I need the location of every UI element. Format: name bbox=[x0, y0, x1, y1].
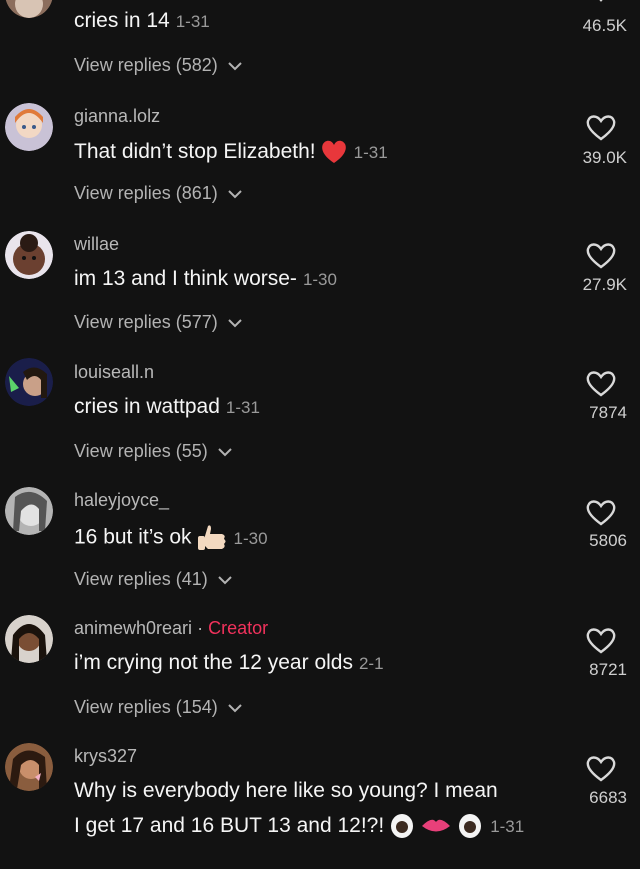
red-heart-emoji-icon bbox=[321, 141, 346, 164]
chevron-down-icon bbox=[228, 704, 242, 713]
view-replies-button[interactable]: View replies (861) bbox=[74, 183, 243, 204]
avatar[interactable] bbox=[5, 231, 53, 279]
like-count: 6683 bbox=[589, 788, 627, 807]
chevron-down-icon bbox=[228, 62, 242, 71]
like-count: 8721 bbox=[589, 660, 627, 679]
comment-text: That didn’t stop Elizabeth! 1-31 bbox=[74, 139, 388, 166]
like-count: 46.5K bbox=[582, 16, 627, 35]
view-replies-button[interactable]: View replies (577) bbox=[74, 312, 243, 333]
like-count: 27.9K bbox=[582, 275, 627, 294]
eyes-lips-emoji-icon bbox=[391, 814, 482, 839]
heart-icon[interactable] bbox=[585, 626, 617, 654]
comment-item: gianna.lolz That didn’t stop Elizabeth! 1… bbox=[0, 98, 640, 226]
view-replies-button[interactable]: View replies (55) bbox=[74, 441, 233, 462]
comment-date: 1-30 bbox=[302, 270, 337, 289]
avatar[interactable] bbox=[5, 743, 53, 791]
comment-item: animewh0reari · Creator i’m crying not t… bbox=[0, 613, 640, 741]
heart-icon[interactable] bbox=[585, 113, 617, 141]
chevron-down-icon bbox=[228, 319, 242, 328]
like-count: 5806 bbox=[589, 531, 627, 550]
comment-username[interactable]: gianna.lolz bbox=[74, 106, 160, 127]
avatar[interactable] bbox=[5, 487, 53, 535]
avatar[interactable] bbox=[5, 103, 53, 151]
comment-text: Why is everybody here like so young? I m… bbox=[74, 779, 498, 802]
comment-item: krys327 Why is everybody here like so yo… bbox=[0, 741, 640, 869]
comment-username[interactable]: animewh0reari · Creator bbox=[74, 618, 268, 639]
comment-username[interactable]: willae bbox=[74, 234, 119, 255]
like-count: 7874 bbox=[589, 403, 627, 422]
chevron-down-icon bbox=[218, 576, 232, 585]
comment-item: cries in 14 1-31 View replies (582) 46.5K bbox=[0, 0, 640, 98]
heart-icon[interactable] bbox=[585, 498, 617, 526]
avatar[interactable] bbox=[5, 615, 53, 663]
comment-text: i’m crying not the 12 year olds 2-1 bbox=[74, 651, 384, 674]
comment-text: cries in wattpad 1-31 bbox=[74, 395, 260, 418]
heart-icon[interactable] bbox=[585, 369, 617, 397]
chevron-down-icon bbox=[218, 448, 232, 457]
avatar[interactable] bbox=[5, 358, 53, 406]
comment-username[interactable]: krys327 bbox=[74, 746, 137, 767]
heart-icon[interactable] bbox=[585, 754, 617, 782]
heart-icon[interactable] bbox=[585, 0, 617, 8]
heart-icon[interactable] bbox=[585, 241, 617, 269]
comment-text: im 13 and I think worse- 1-30 bbox=[74, 267, 337, 290]
comment-date: 1-31 bbox=[175, 12, 210, 31]
comment-text: cries in 14 1-31 bbox=[74, 9, 210, 32]
comment-date: 1-31 bbox=[353, 143, 388, 162]
comment-username[interactable]: louiseall.n bbox=[74, 362, 154, 383]
comment-text: 16 but it’s ok 1-30 bbox=[74, 523, 268, 553]
view-replies-button[interactable]: View replies (582) bbox=[74, 55, 243, 76]
chevron-down-icon bbox=[228, 190, 242, 199]
comment-item: louiseall.n cries in wattpad 1-31 View re… bbox=[0, 355, 640, 483]
creator-badge: Creator bbox=[208, 618, 269, 638]
comment-date: 1-31 bbox=[490, 817, 525, 836]
view-replies-button[interactable]: View replies (41) bbox=[74, 569, 233, 590]
comment-item: willae im 13 and I think worse- 1-30 View… bbox=[0, 226, 640, 354]
view-replies-button[interactable]: View replies (154) bbox=[74, 697, 243, 718]
like-count: 39.0K bbox=[582, 148, 627, 167]
creator-separator: · bbox=[197, 618, 204, 638]
thumbs-up-emoji-icon bbox=[197, 525, 226, 550]
comment-text-line-2: I get 17 and 16 BUT 13 and 12!?! 1-31 bbox=[74, 813, 524, 840]
avatar[interactable] bbox=[5, 0, 53, 18]
comment-item: haleyjoyce_ 16 but it’s ok 1-30 View repl… bbox=[0, 484, 640, 612]
comment-date: 2-1 bbox=[358, 654, 384, 673]
comment-username[interactable]: haleyjoyce_ bbox=[74, 490, 169, 511]
comment-date: 1-31 bbox=[225, 398, 260, 417]
comment-date: 1-30 bbox=[233, 528, 268, 548]
